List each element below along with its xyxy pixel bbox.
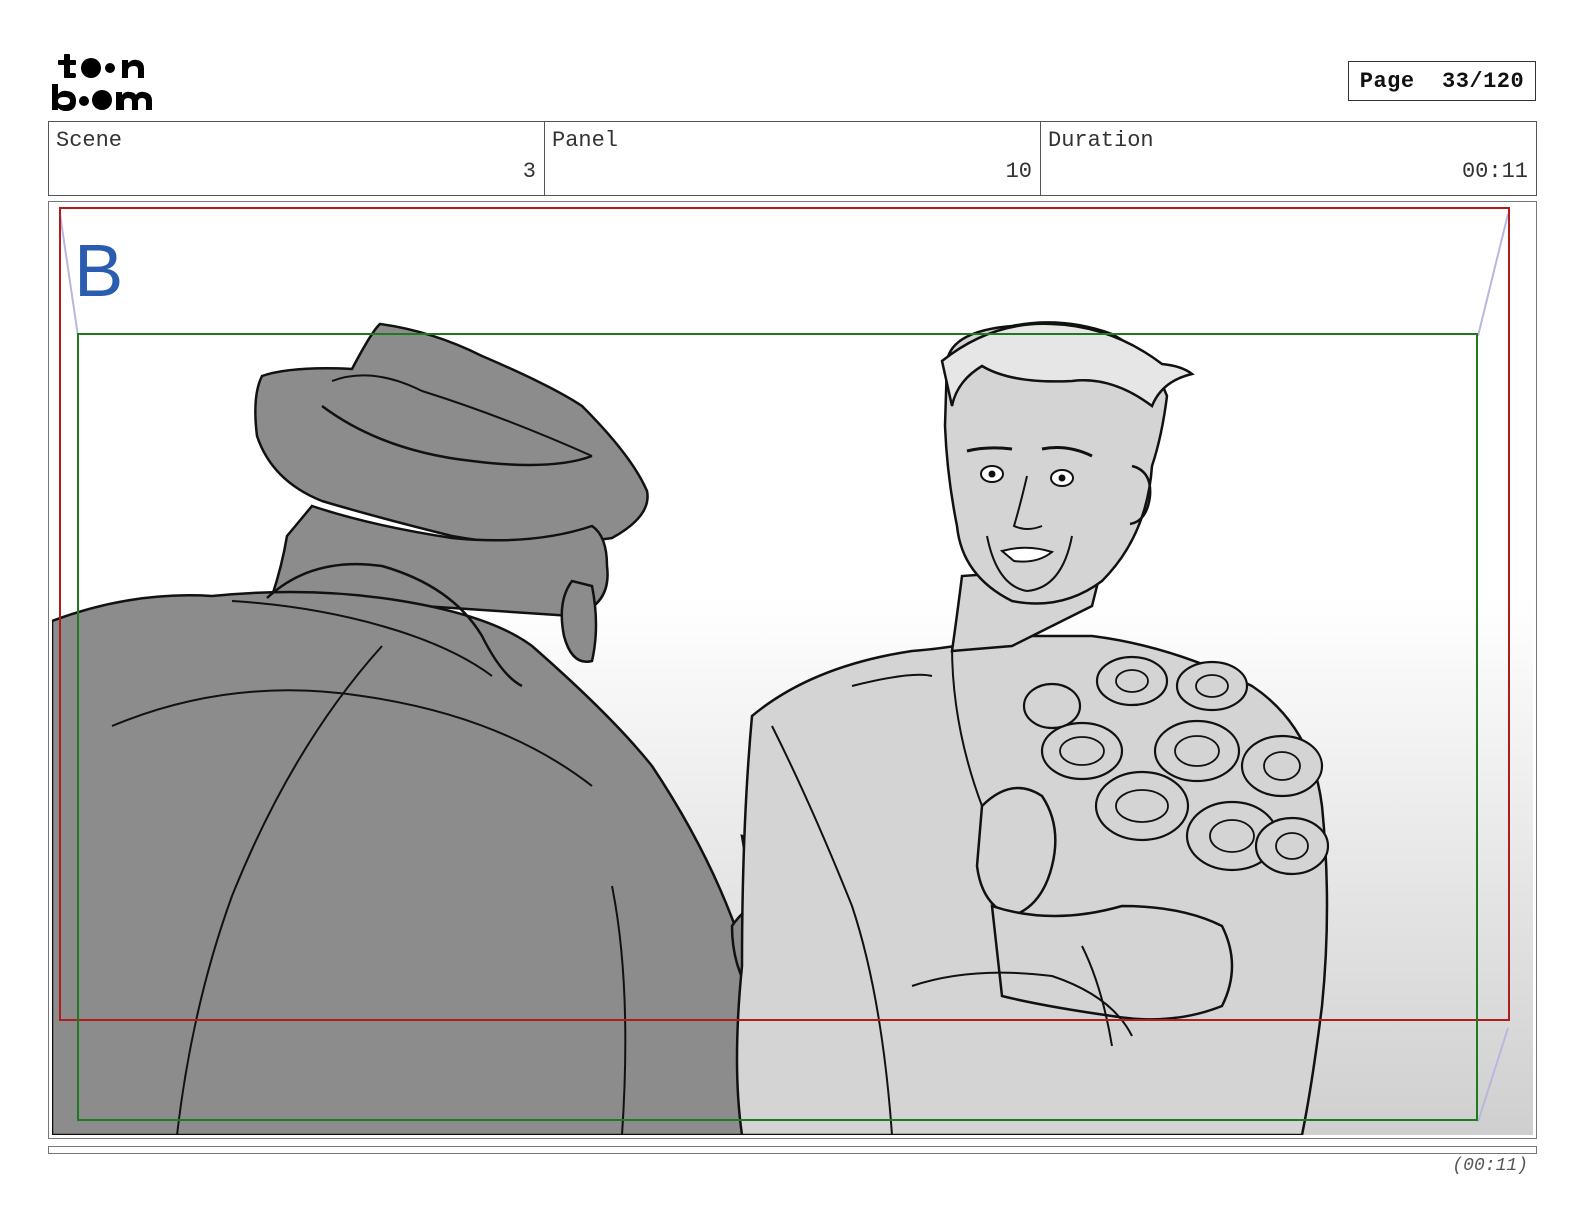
panel-value: 10 bbox=[1005, 159, 1032, 184]
storyboard-panel-image: B bbox=[52, 206, 1533, 1135]
panel-caption-bar bbox=[48, 1146, 1537, 1154]
page-indicator: Page 33/120 bbox=[1359, 68, 1525, 94]
layer-marker: B bbox=[74, 229, 123, 312]
page-number-box: Page 33/120 bbox=[1348, 61, 1536, 101]
duration-label: Duration bbox=[1048, 128, 1154, 153]
panel-timecode: (00:11) bbox=[1452, 1156, 1528, 1176]
duration-cell: Duration 00:11 bbox=[1041, 122, 1536, 195]
toonboom-logo bbox=[52, 54, 152, 111]
scene-label: Scene bbox=[56, 128, 123, 153]
panel-info-row: Scene 3 Panel 10 Duration 00:11 bbox=[48, 121, 1537, 196]
panel-cell: Panel 10 bbox=[545, 122, 1041, 195]
scene-cell: Scene 3 bbox=[49, 122, 545, 195]
scene-value: 3 bbox=[522, 159, 536, 184]
panel-label: Panel bbox=[552, 128, 619, 153]
duration-value: 00:11 bbox=[1461, 159, 1528, 184]
